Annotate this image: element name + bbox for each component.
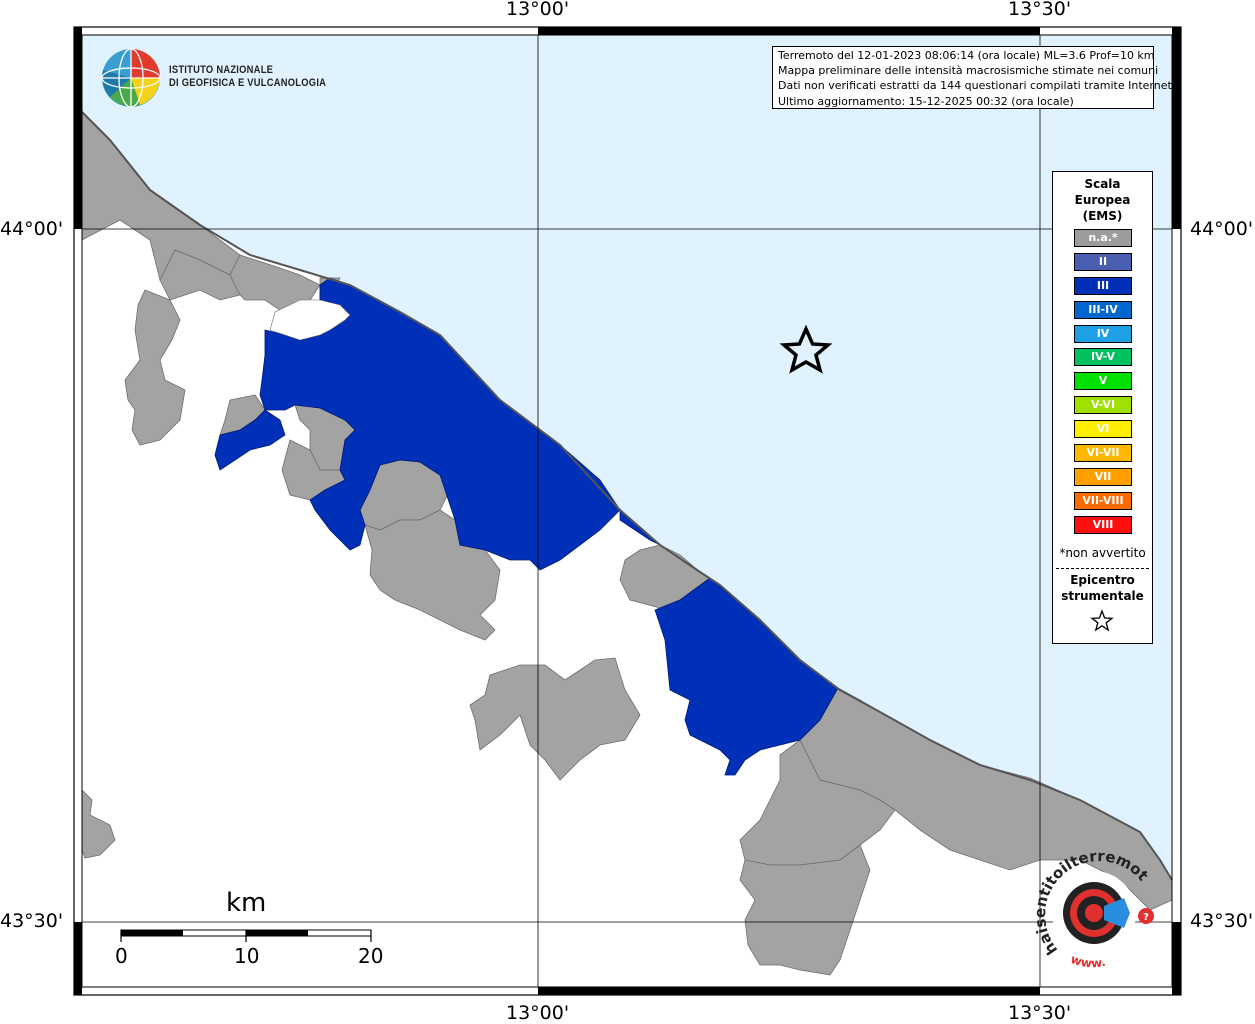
- legend-item-0: n.a.*: [1074, 229, 1132, 247]
- event-info-line2: Mappa preliminare delle intensità macros…: [778, 64, 1159, 78]
- legend-star-icon: [1090, 609, 1114, 632]
- legend-item-11: VII-VIII: [1074, 491, 1132, 510]
- legend-item-9: VI-VII: [1074, 444, 1132, 463]
- legend-item-3: III-IV: [1074, 300, 1132, 319]
- coord-top-1330: 13°30': [1008, 0, 1072, 20]
- intensity-legend: Scala Europea (EMS) n.a.* II III III-IV IV IV…: [1052, 171, 1153, 644]
- event-info-line3: Dati non verificati estratti da 144 ques…: [778, 79, 1176, 93]
- legend-separator: [1056, 568, 1149, 569]
- legend-item-2: III: [1074, 276, 1132, 295]
- coord-left-4400: 44°00': [0, 218, 64, 240]
- coord-bottom-1330: 13°30': [1008, 1002, 1072, 1024]
- legend-epicenter-label: Epicentro strumentale: [1053, 572, 1152, 604]
- scale-unit: km: [226, 888, 267, 918]
- legend-title: Scala Europea (EMS): [1053, 176, 1152, 224]
- scale-label-0: 0: [115, 944, 128, 968]
- legend-title-line1: Scala: [1084, 177, 1121, 191]
- legend-item-1: II: [1074, 252, 1132, 271]
- scale-label-20: 20: [358, 944, 384, 968]
- coord-top-1300: 13°00': [506, 0, 570, 20]
- legend-note: *non avvertito: [1059, 546, 1146, 560]
- legend-epicenter-line2: strumentale: [1061, 589, 1144, 603]
- event-info-box: Terremoto del 12-01-2023 08:06:14 (ora l…: [772, 46, 1176, 109]
- legend-title-line3: (EMS): [1082, 209, 1123, 223]
- event-info-line4: Ultimo aggiornamento: 15-12-2025 00:32 (…: [778, 94, 1074, 108]
- svg-text:?: ?: [1143, 912, 1149, 923]
- legend-item-12: VIII: [1074, 515, 1132, 534]
- legend-epicenter-line1: Epicentro: [1070, 573, 1135, 587]
- scale-label-10: 10: [234, 944, 260, 968]
- coord-bottom-1300: 13°00': [506, 1002, 570, 1024]
- legend-item-4: IV: [1074, 324, 1132, 343]
- coord-left-4330: 43°30': [0, 910, 64, 932]
- ingv-globe-icon: [101, 48, 161, 108]
- ingv-name-line2: DI GEOFISICA E VULCANOLOGIA: [169, 77, 327, 89]
- legend-item-7: V-VI: [1074, 396, 1132, 415]
- legend-title-line2: Europea: [1074, 193, 1131, 207]
- coord-right-4330: 43°30': [1190, 910, 1254, 932]
- legend-items: n.a.* II III III-IV IV IV-V V V-VI VI VI-VII VII VI…: [1074, 229, 1132, 540]
- ingv-name-line1: ISTITUTO NAZIONALE: [169, 64, 274, 76]
- legend-item-6: V: [1074, 372, 1132, 391]
- legend-item-10: VII: [1074, 467, 1132, 486]
- event-info-line1: Terremoto del 12-01-2023 08:06:14 (ora l…: [778, 49, 1155, 62]
- coord-right-4400: 44°00': [1190, 218, 1254, 240]
- legend-item-8: VI: [1074, 420, 1132, 439]
- ingv-logo-text: ISTITUTO NAZIONALE DI GEOFISICA E VULCAN…: [169, 64, 326, 90]
- legend-item-5: IV-V: [1074, 348, 1132, 367]
